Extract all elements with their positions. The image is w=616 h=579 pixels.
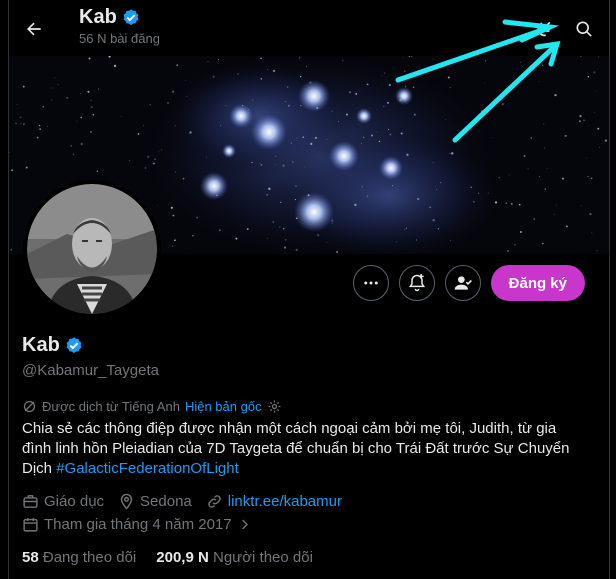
hashtag-link[interactable]: #GalacticFederationOfLight: [56, 460, 239, 477]
bio-line-1: Chia sẻ các thông điệp được nhận một các…: [22, 420, 557, 437]
more-options-button[interactable]: [352, 265, 389, 301]
location-item: Sedona: [118, 493, 192, 510]
profile-actions: Đăng ký: [352, 265, 585, 301]
translation-notice: Được dịch từ Tiếng Anh Hiện bản gốc: [22, 399, 282, 414]
grok-icon: [536, 21, 551, 37]
link-icon: [207, 495, 221, 508]
following-count: 58: [22, 549, 39, 566]
avatar-photo: [27, 184, 157, 314]
followers-count: 200,9 N: [156, 549, 209, 566]
translate-icon: [23, 400, 36, 413]
profile-bio: Chia sẻ các thông điệp được nhận một các…: [22, 419, 597, 479]
follow-stats: 58 Đang theo dõi 200,9 N Người theo dõi: [22, 549, 313, 566]
joined-text: Tham gia tháng 4 năm 2017: [44, 516, 232, 533]
briefcase-icon: [23, 495, 38, 508]
search-icon: [576, 21, 592, 37]
location-text: Sedona: [140, 493, 192, 510]
chevron-right-icon: [241, 519, 248, 530]
grok-button[interactable]: [527, 12, 561, 46]
translated-from-label: Được dịch từ Tiếng Anh: [42, 399, 180, 414]
notify-button[interactable]: [398, 265, 435, 301]
bio-line-2: đình linh hồn Pleiadian của 7D Taygeta đ…: [22, 440, 570, 457]
more-dots-icon: [363, 281, 378, 285]
followers-label: Người theo dõi: [212, 549, 313, 566]
profile-page: Kab 56 N bài đăng Đăng ký Kab @Kabamur_T…: [8, 0, 610, 579]
header-name: Kab: [79, 6, 117, 28]
profile-info: Kab @Kabamur_Taygeta: [22, 334, 597, 379]
verified-badge-icon: [123, 8, 139, 25]
calendar-icon: [23, 518, 38, 532]
user-check-icon: [454, 276, 472, 290]
following-button[interactable]: [444, 265, 481, 301]
following-stat[interactable]: 58 Đang theo dõi: [22, 549, 136, 566]
back-button[interactable]: [17, 12, 51, 46]
verified-badge-icon[interactable]: [64, 336, 84, 356]
website-item: linktr.ee/kabamur: [206, 493, 342, 510]
joined-item[interactable]: Tham gia tháng 4 năm 2017: [22, 516, 252, 533]
search-button[interactable]: [567, 12, 601, 46]
settings-gear-icon[interactable]: [267, 399, 282, 414]
website-link[interactable]: linktr.ee/kabamur: [228, 493, 342, 510]
top-bar: Kab 56 N bài đăng: [9, 0, 609, 56]
profile-handle: @Kabamur_Taygeta: [22, 362, 159, 379]
joined-row: Tham gia tháng 4 năm 2017: [22, 516, 252, 533]
category-item: Giáo dục: [22, 493, 104, 510]
following-label: Đang theo dõi: [42, 549, 137, 566]
post-count: 56 N bài đăng: [79, 31, 160, 46]
back-arrow-icon: [27, 22, 41, 36]
bell-plus-icon: [408, 273, 425, 292]
followers-stat[interactable]: 200,9 N Người theo dõi: [156, 549, 313, 566]
location-pin-icon: [120, 493, 133, 510]
profile-name: Kab: [22, 334, 60, 356]
profile-meta: Giáo dục Sedona linktr.ee/kabamur: [22, 493, 342, 510]
show-original-link[interactable]: Hiện bản gốc: [185, 399, 262, 414]
bio-line-3: Dịch: [22, 460, 57, 477]
profile-avatar[interactable]: [23, 180, 161, 318]
header-title: Kab 56 N bài đăng: [79, 6, 160, 46]
category-text: Giáo dục: [44, 493, 105, 510]
subscribe-button[interactable]: Đăng ký: [490, 265, 585, 301]
